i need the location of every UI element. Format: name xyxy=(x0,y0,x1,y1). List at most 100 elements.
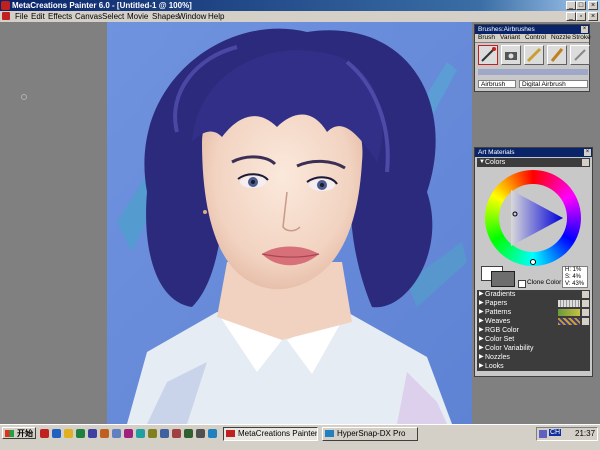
app3-quicklaunch-icon[interactable] xyxy=(112,429,121,438)
art-materials-title[interactable]: Art Materials xyxy=(475,148,592,157)
brushes-palette-title[interactable]: Brushes:Airbrushes xyxy=(475,25,589,34)
section-color-variability[interactable]: ▶ Color Variability xyxy=(477,344,590,353)
pattern-swatch xyxy=(558,309,580,316)
menu-select[interactable]: Select xyxy=(102,11,124,22)
palette-close-icon[interactable]: × xyxy=(581,26,588,33)
section-menu-icon[interactable] xyxy=(582,309,589,316)
document-canvas[interactable] xyxy=(107,22,472,424)
menu-window[interactable]: Window xyxy=(178,11,206,22)
app2-quicklaunch-icon[interactable] xyxy=(100,429,109,438)
language-indicator[interactable]: CH xyxy=(549,429,562,436)
section-looks[interactable]: ▶ Looks xyxy=(477,362,590,371)
tab-brush[interactable]: Brush xyxy=(478,34,495,42)
tab-variant[interactable]: Variant xyxy=(500,34,520,42)
painter-app-icon[interactable] xyxy=(1,1,10,10)
hue-marker-icon[interactable] xyxy=(530,259,536,265)
clone-color-label: Clone Color xyxy=(527,279,562,286)
menu-shapes[interactable]: Shapes xyxy=(152,11,179,22)
brush-category-select[interactable]: Airbrush xyxy=(478,80,516,88)
doc-close-icon[interactable]: × xyxy=(588,12,598,21)
app5-quicklaunch-icon[interactable] xyxy=(136,429,145,438)
saturation-triangle[interactable] xyxy=(505,184,565,252)
brush-variant-select[interactable]: Digital Airbrush xyxy=(519,80,588,88)
folder-quicklaunch-icon[interactable] xyxy=(64,429,73,438)
task-painter-label: MetaCreations Painter 6.... xyxy=(238,429,318,438)
app9-quicklaunch-icon[interactable] xyxy=(184,429,193,438)
close-icon[interactable]: × xyxy=(588,1,598,10)
menu-edit[interactable]: Edit xyxy=(31,11,45,22)
task-hypersnap[interactable]: HyperSnap-DX Pro xyxy=(322,427,418,441)
menu-effects[interactable]: Effects xyxy=(48,11,72,22)
menu-movie[interactable]: Movie xyxy=(127,11,148,22)
nozzles-label: Nozzles xyxy=(485,354,510,361)
doc-restore-icon[interactable]: ▫ xyxy=(576,12,586,21)
section-menu-icon[interactable] xyxy=(582,300,589,307)
gradients-label: Gradients xyxy=(485,291,516,298)
app11-quicklaunch-icon[interactable] xyxy=(208,429,217,438)
section-color-set[interactable]: ▶ Color Set xyxy=(477,335,590,344)
app-quicklaunch-icon[interactable] xyxy=(76,429,85,438)
maximize-icon[interactable]: □ xyxy=(576,1,586,10)
cursor-marker-icon xyxy=(21,94,27,100)
section-menu-icon[interactable] xyxy=(582,159,589,166)
airbrush-icon xyxy=(481,47,496,62)
tab-stroke[interactable]: Stroke xyxy=(572,34,591,42)
document-icon[interactable] xyxy=(2,12,10,20)
minimize-icon[interactable]: _ xyxy=(566,1,576,10)
art-materials-palette: Art Materials × ▼ Colors Clone Color H: 1… xyxy=(474,147,593,377)
pencil-brush-button[interactable] xyxy=(524,45,544,65)
patterns-label: Patterns xyxy=(485,309,512,316)
painter-task-icon xyxy=(226,430,235,437)
tab-nozzle[interactable]: Nozzle xyxy=(551,34,571,42)
taskbar: 开始 MetaCreations Painter 6.... HyperSnap… xyxy=(0,424,600,450)
palette-close-icon[interactable]: × xyxy=(584,149,591,156)
app7-quicklaunch-icon[interactable] xyxy=(160,429,169,438)
section-rgb-color[interactable]: ▶ RGB Color xyxy=(477,326,590,335)
colors-label: Colors xyxy=(485,159,506,166)
task-painter[interactable]: MetaCreations Painter 6.... xyxy=(223,427,318,441)
primary-color-swatch[interactable] xyxy=(491,271,515,287)
tab-control[interactable]: Control xyxy=(525,34,546,42)
painter-quicklaunch-icon[interactable] xyxy=(40,429,49,438)
airbrush-tool-button[interactable] xyxy=(478,45,498,65)
start-button[interactable]: 开始 xyxy=(2,427,36,439)
section-menu-icon[interactable] xyxy=(582,291,589,298)
menu-bar: File Edit Effects Canvas Select Movie Sh… xyxy=(0,11,600,22)
clock[interactable]: 21:37 xyxy=(575,429,595,438)
eraser-brush-button[interactable] xyxy=(570,45,590,65)
rgb-color-label: RGB Color xyxy=(485,327,519,334)
hypersnap-task-icon xyxy=(325,430,334,437)
clone-color-checkbox[interactable] xyxy=(518,280,526,288)
menu-help[interactable]: Help xyxy=(208,11,224,22)
chalk-brush-button[interactable] xyxy=(547,45,567,65)
section-patterns[interactable]: ▶ Patterns xyxy=(477,308,590,317)
section-colors[interactable]: ▼ Colors xyxy=(477,158,590,167)
color-set-label: Color Set xyxy=(485,336,515,343)
brushes-tab-bar: Brush Variant Control Nozzle Stroke xyxy=(475,34,591,43)
section-papers[interactable]: ▶ Papers xyxy=(477,299,590,308)
section-menu-icon[interactable] xyxy=(582,318,589,325)
app6-quicklaunch-icon[interactable] xyxy=(148,429,157,438)
section-gradients[interactable]: ▶ Gradients xyxy=(477,290,590,299)
paper-swatch xyxy=(558,300,580,307)
papers-label: Papers xyxy=(485,300,508,307)
camera-brush-button[interactable] xyxy=(501,45,521,65)
value-value: V: 43% xyxy=(565,281,585,287)
app4-quicklaunch-icon[interactable] xyxy=(124,429,133,438)
doc-minimize-icon[interactable]: _ xyxy=(566,12,576,21)
browser-quicklaunch-icon[interactable] xyxy=(52,429,61,438)
tray-app-icon[interactable] xyxy=(539,430,547,438)
looks-label: Looks xyxy=(485,363,504,370)
menu-canvas[interactable]: Canvas xyxy=(75,11,102,22)
hsv-readout: H: 1% S: 4% V: 43% xyxy=(562,266,588,288)
brush-stroke-icon xyxy=(574,49,586,61)
section-weaves[interactable]: ▶ Weaves xyxy=(477,317,590,326)
menu-file[interactable]: File xyxy=(15,11,28,22)
windows-logo-icon xyxy=(5,430,14,437)
portrait-painting xyxy=(107,22,472,424)
color-variability-label: Color Variability xyxy=(485,345,534,352)
word-quicklaunch-icon[interactable] xyxy=(88,429,97,438)
app10-quicklaunch-icon[interactable] xyxy=(196,429,205,438)
section-nozzles[interactable]: ▶ Nozzles xyxy=(477,353,590,362)
app8-quicklaunch-icon[interactable] xyxy=(172,429,181,438)
